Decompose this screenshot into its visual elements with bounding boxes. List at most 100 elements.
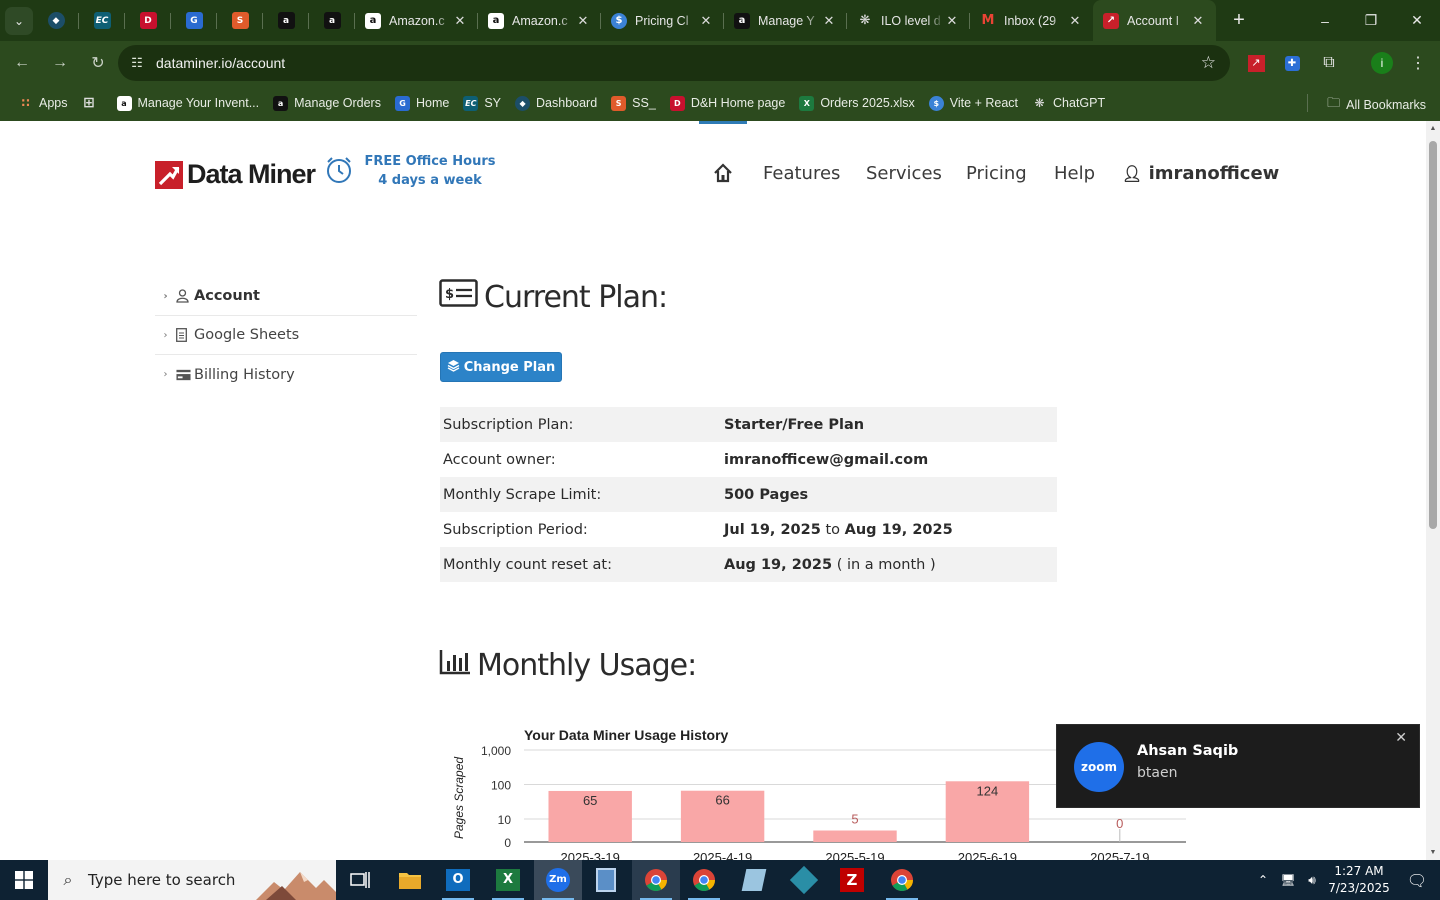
calculator-icon[interactable]: [582, 860, 630, 900]
bookmark-item[interactable]: ◆ Dashboard: [515, 95, 597, 111]
home-icon[interactable]: [712, 162, 734, 189]
sidebar-item-billing-history[interactable]: › Billing History: [155, 355, 417, 394]
nav-features[interactable]: Features: [763, 163, 840, 184]
nav-pricing[interactable]: Pricing: [966, 163, 1027, 184]
nav-services[interactable]: Services: [866, 163, 942, 184]
bookmark-item[interactable]: X Orders 2025.xlsx: [799, 95, 915, 111]
chrome-icon[interactable]: [632, 860, 680, 900]
spreadsheet-icon: [176, 328, 191, 342]
chart-data-label: 66: [715, 793, 729, 808]
taskbar-search[interactable]: ⌕ Type here to search: [48, 860, 336, 900]
all-bookmarks[interactable]: 🗀 All Bookmarks: [1327, 94, 1426, 116]
chart-title: Your Data Miner Usage History: [524, 727, 729, 743]
close-icon[interactable]: ✕: [1067, 13, 1083, 29]
bookmark-item[interactable]: a Manage Orders: [273, 95, 381, 111]
extension-icon[interactable]: ✚: [1280, 51, 1304, 75]
pinned-tab[interactable]: ◆: [33, 0, 79, 41]
browser-tab[interactable]: a Manage Y ✕: [724, 0, 847, 41]
close-icon[interactable]: ✕: [698, 13, 714, 29]
browser-tab[interactable]: a Amazon.c ✕: [355, 0, 478, 41]
bookmark-item[interactable]: $ Vite + React: [928, 95, 1018, 111]
ec-icon: EC: [93, 12, 111, 29]
pinned-tab[interactable]: a: [263, 0, 309, 41]
bookmark-label: Manage Your Invent...: [137, 96, 260, 110]
forward-icon[interactable]: →: [42, 45, 78, 81]
bookmark-tab-groups[interactable]: ⊞: [82, 95, 103, 111]
close-icon[interactable]: ✕: [575, 13, 591, 29]
openai-icon: ❋: [1034, 96, 1045, 110]
restore-icon[interactable]: ❐: [1348, 0, 1394, 41]
file-explorer-icon[interactable]: [386, 860, 434, 900]
notifications-icon[interactable]: 🗨︎: [1394, 871, 1440, 890]
tab-search-button[interactable]: ⌄: [5, 6, 33, 35]
bookmark-label: Manage Orders: [294, 96, 381, 110]
close-window-icon[interactable]: ✕: [1394, 0, 1440, 41]
browser-tab[interactable]: a Amazon.c ✕: [478, 0, 601, 41]
taskbar-clock[interactable]: 1:27 AM 7/23/2025: [1324, 863, 1394, 897]
outlook-icon[interactable]: O: [434, 860, 482, 900]
sidebar-item-label: Billing History: [194, 366, 295, 383]
zoom-notification[interactable]: zoom Ahsan Saqib btaen ✕: [1056, 724, 1420, 808]
chrome-alt-icon[interactable]: [878, 860, 926, 900]
filezilla-icon[interactable]: Z: [828, 860, 876, 900]
scrollbar-thumb[interactable]: [1429, 141, 1437, 529]
new-tab-button[interactable]: +: [1224, 6, 1254, 36]
close-icon[interactable]: ✕: [1190, 13, 1206, 29]
close-icon[interactable]: ✕: [1395, 729, 1407, 746]
nav-help[interactable]: Help: [1054, 163, 1095, 184]
amazon-icon: a: [734, 12, 750, 29]
row-key: Subscription Plan:: [443, 416, 574, 433]
bookmark-item[interactable]: S SS_: [611, 95, 656, 111]
pinned-tab[interactable]: EC: [79, 0, 125, 41]
browser-tab[interactable]: M Inbox (29 ✕: [970, 0, 1093, 41]
sidebar-item-google-sheets[interactable]: › Google Sheets: [155, 316, 417, 355]
chrome-profile-icon[interactable]: [680, 860, 728, 900]
bookmark-item[interactable]: ❋ ChatGPT: [1032, 96, 1105, 111]
windows-start-icon[interactable]: [0, 860, 48, 900]
pinned-tab[interactable]: S: [217, 0, 263, 41]
puzzle-icon[interactable]: ⧉: [1317, 51, 1341, 75]
url-text[interactable]: dataminer.io/account: [156, 55, 285, 71]
volume-icon[interactable]: 🔊︎: [1300, 873, 1324, 888]
loading-indicator: [699, 121, 747, 124]
row-value: Aug 19, 2025: [724, 556, 833, 573]
scroll-down-icon[interactable]: ▼: [1429, 849, 1437, 856]
profile-avatar[interactable]: i: [1370, 51, 1394, 75]
minimize-icon[interactable]: –: [1302, 0, 1348, 41]
sidebar-item-account[interactable]: › Account: [155, 277, 417, 316]
tray-expand-icon[interactable]: ⌃: [1250, 873, 1276, 887]
bookmark-apps[interactable]: ∷ Apps: [18, 96, 67, 111]
page-scrollbar[interactable]: ▲ ▼: [1426, 121, 1440, 860]
pinned-tab[interactable]: G: [171, 0, 217, 41]
bookmark-item[interactable]: G Home: [394, 95, 449, 111]
pinned-tab[interactable]: a: [309, 0, 355, 41]
reload-icon[interactable]: ↻: [80, 45, 116, 81]
browser-tab[interactable]: ❋ ILO level d ✕: [847, 0, 970, 41]
bookmark-item[interactable]: a Manage Your Invent...: [116, 95, 260, 111]
site-info-icon[interactable]: ☷: [118, 55, 156, 71]
close-icon[interactable]: ✕: [944, 13, 960, 29]
network-icon[interactable]: 🖥︎: [1276, 873, 1300, 887]
excel-icon[interactable]: X: [484, 860, 532, 900]
task-view-icon[interactable]: [336, 860, 384, 900]
close-icon[interactable]: ✕: [821, 13, 837, 29]
change-plan-button[interactable]: Change Plan: [440, 352, 562, 382]
zoom-taskbar-icon[interactable]: Zm: [534, 860, 582, 900]
close-icon[interactable]: ✕: [452, 13, 468, 29]
bookmark-item[interactable]: EC SY: [463, 95, 501, 111]
address-bar[interactable]: ☷ dataminer.io/account ☆: [118, 45, 1230, 81]
browser-tab-active[interactable]: ↗ Account I ✕: [1093, 0, 1216, 41]
back-icon[interactable]: ←: [4, 45, 40, 81]
scroll-up-icon[interactable]: ▲: [1429, 125, 1437, 132]
notes-icon[interactable]: [730, 860, 778, 900]
nav-user-menu[interactable]: 👤︎ imranofficew: [1122, 163, 1279, 184]
menu-kebab-icon[interactable]: ⋮: [1406, 51, 1430, 75]
dataminer-extension-icon[interactable]: ↗: [1244, 51, 1268, 75]
chart-ytick-label: 10: [498, 813, 512, 827]
browser-tab[interactable]: $ Pricing Cl ✕: [601, 0, 724, 41]
bookmark-item[interactable]: D D&H Home page: [669, 95, 785, 111]
pinned-tab[interactable]: D: [125, 0, 171, 41]
bookmark-star-icon[interactable]: ☆: [1201, 53, 1216, 73]
zoom-logo-icon: zoom: [1074, 742, 1124, 792]
diamond-app-icon[interactable]: [780, 860, 828, 900]
